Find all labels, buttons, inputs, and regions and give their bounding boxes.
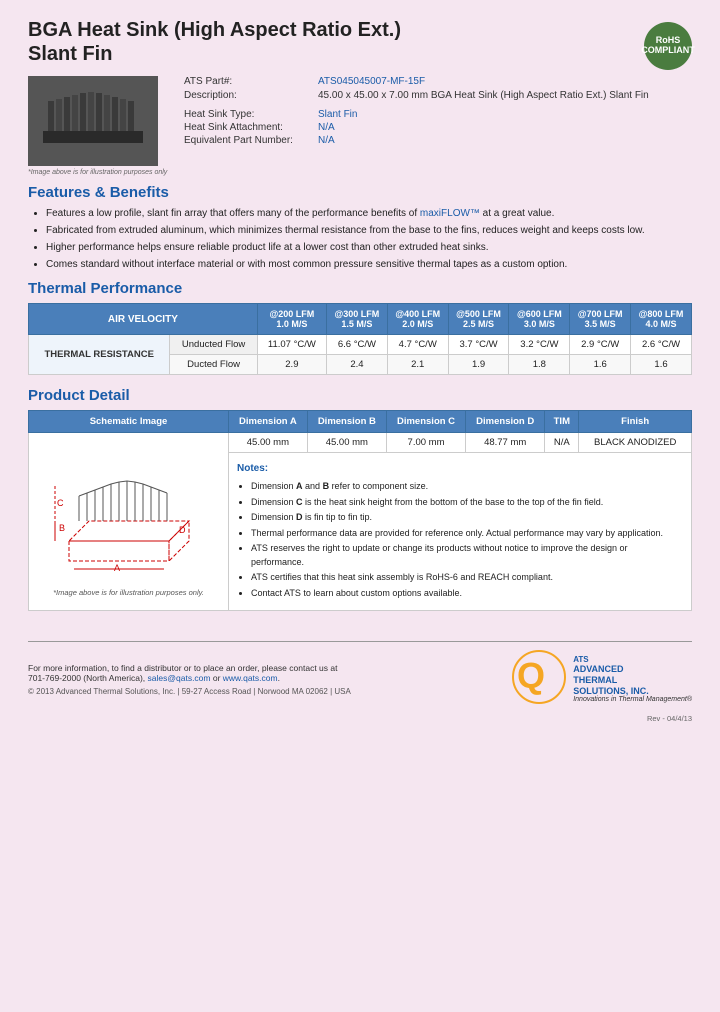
dim-b-value: 45.00 mm (307, 433, 386, 453)
part-label: ATS Part#: (184, 76, 314, 87)
dim-c-value: 7.00 mm (386, 433, 465, 453)
part-number: ATS045045007-MF-15F (318, 76, 425, 87)
note-item: ATS reserves the right to update or chan… (251, 542, 683, 569)
col-200lfm: @200 LFM1.0 M/S (257, 304, 326, 335)
notes-cell: Notes: Dimension A and B refer to compon… (229, 453, 692, 611)
ats-name: ATS ADVANCEDTHERMALSOLUTIONS, INC. (573, 655, 692, 697)
note-item: ATS certifies that this heat sink assemb… (251, 571, 683, 585)
unducted-700: 2.9 °C/W (570, 335, 631, 355)
ducted-label: Ducted Flow (170, 355, 257, 375)
thermal-section-title: Thermal Performance (28, 280, 692, 297)
unducted-300: 6.6 °C/W (327, 335, 388, 355)
thermal-resistance-label: THERMAL RESISTANCE (29, 335, 170, 375)
email-link[interactable]: sales@qats.com (148, 673, 211, 683)
col-dim-a: Dimension A (229, 411, 308, 433)
finish-value: BLACK ANODIZED (579, 433, 692, 453)
unducted-500: 3.7 °C/W (448, 335, 509, 355)
note-item: Dimension D is fin tip to fin tip. (251, 511, 683, 525)
ducted-400: 2.1 (387, 355, 448, 375)
description-value: 45.00 x 45.00 x 7.00 mm BGA Heat Sink (H… (318, 90, 649, 101)
copyright-text: © 2013 Advanced Thermal Solutions, Inc. … (28, 687, 351, 696)
list-item: Higher performance helps ensure reliable… (46, 241, 692, 255)
tim-value: N/A (545, 433, 579, 453)
svg-text:B: B (59, 523, 65, 533)
notes-title: Notes: (237, 461, 683, 476)
dim-d-value: 48.77 mm (466, 433, 545, 453)
note-item: Dimension C is the heat sink height from… (251, 496, 683, 510)
attachment-label: Heat Sink Attachment: (184, 122, 314, 133)
note-item: Contact ATS to learn about custom option… (251, 587, 683, 601)
ducted-700: 1.6 (570, 355, 631, 375)
thermal-performance-table: AIR VELOCITY @200 LFM1.0 M/S @300 LFM1.5… (28, 303, 692, 375)
schematic-image-cell: A B C D *Image above is for illustration… (29, 433, 229, 611)
ducted-300: 2.4 (327, 355, 388, 375)
product-detail-title: Product Detail (28, 387, 692, 404)
website-link[interactable]: www.qats.com (223, 673, 278, 683)
col-600lfm: @600 LFM3.0 M/S (509, 304, 570, 335)
col-700lfm: @700 LFM3.5 M/S (570, 304, 631, 335)
list-item: Comes standard without interface materia… (46, 258, 692, 272)
col-300lfm: @300 LFM1.5 M/S (327, 304, 388, 335)
equiv-part-label: Equivalent Part Number: (184, 135, 314, 146)
air-velocity-header: AIR VELOCITY (29, 304, 258, 335)
equiv-part-value: N/A (318, 135, 335, 146)
svg-text:D: D (179, 525, 186, 535)
ats-tagline: Innovations in Thermal Management® (573, 696, 692, 703)
product-image (28, 76, 158, 166)
col-500lfm: @500 LFM2.5 M/S (448, 304, 509, 335)
svg-text:Q: Q (517, 655, 545, 696)
ducted-800: 1.6 (631, 355, 692, 375)
unducted-800: 2.6 °C/W (631, 335, 692, 355)
unducted-200: 11.07 °C/W (257, 335, 326, 355)
page-title: BGA Heat Sink (High Aspect Ratio Ext.) S… (28, 18, 401, 66)
footer-content: For more information, to find a distribu… (28, 650, 692, 708)
unducted-label: Unducted Flow (170, 335, 257, 355)
features-list: Features a low profile, slant fin array … (46, 207, 692, 272)
schematic-svg: A B C D (49, 441, 209, 581)
attachment-value: N/A (318, 122, 335, 133)
unducted-600: 3.2 °C/W (509, 335, 570, 355)
ducted-500: 1.9 (448, 355, 509, 375)
svg-text:C: C (57, 498, 64, 508)
features-section-title: Features & Benefits (28, 184, 692, 201)
note-item: Dimension A and B refer to component siz… (251, 480, 683, 494)
product-detail-table: Schematic Image Dimension A Dimension B … (28, 410, 692, 611)
description-label: Description: (184, 90, 314, 101)
col-dim-d: Dimension D (466, 411, 545, 433)
list-item: Fabricated from extruded aluminum, which… (46, 224, 692, 238)
col-400lfm: @400 LFM2.0 M/S (387, 304, 448, 335)
list-item: Features a low profile, slant fin array … (46, 207, 692, 221)
rohs-badge: RoHSCOMPLIANT (644, 22, 692, 70)
unducted-400: 4.7 °C/W (387, 335, 448, 355)
heat-sink-type-label: Heat Sink Type: (184, 109, 314, 120)
revision-text: Rev - 04/4/13 (28, 714, 692, 723)
col-schematic: Schematic Image (29, 411, 229, 433)
note-item: Thermal performance data are provided fo… (251, 527, 683, 541)
maxiflow-link: maxiFLOW™ (420, 208, 480, 219)
footer-divider (28, 641, 692, 642)
footer-contact-text: For more information, to find a distribu… (28, 663, 351, 683)
schematic-caption: *Image above is for illustration purpose… (37, 588, 220, 597)
col-tim: TIM (545, 411, 579, 433)
heat-sink-type-value: Slant Fin (318, 109, 357, 120)
col-dim-c: Dimension C (386, 411, 465, 433)
col-finish: Finish (579, 411, 692, 433)
col-800lfm: @800 LFM4.0 M/S (631, 304, 692, 335)
ats-logo: Q ATS ADVANCEDTHERMALSOLUTIONS, INC. Inn… (512, 650, 692, 708)
col-dim-b: Dimension B (307, 411, 386, 433)
ducted-600: 1.8 (509, 355, 570, 375)
svg-text:A: A (114, 563, 120, 573)
ducted-200: 2.9 (257, 355, 326, 375)
image-caption: *Image above is for illustration purpose… (28, 169, 168, 176)
dim-a-value: 45.00 mm (229, 433, 308, 453)
